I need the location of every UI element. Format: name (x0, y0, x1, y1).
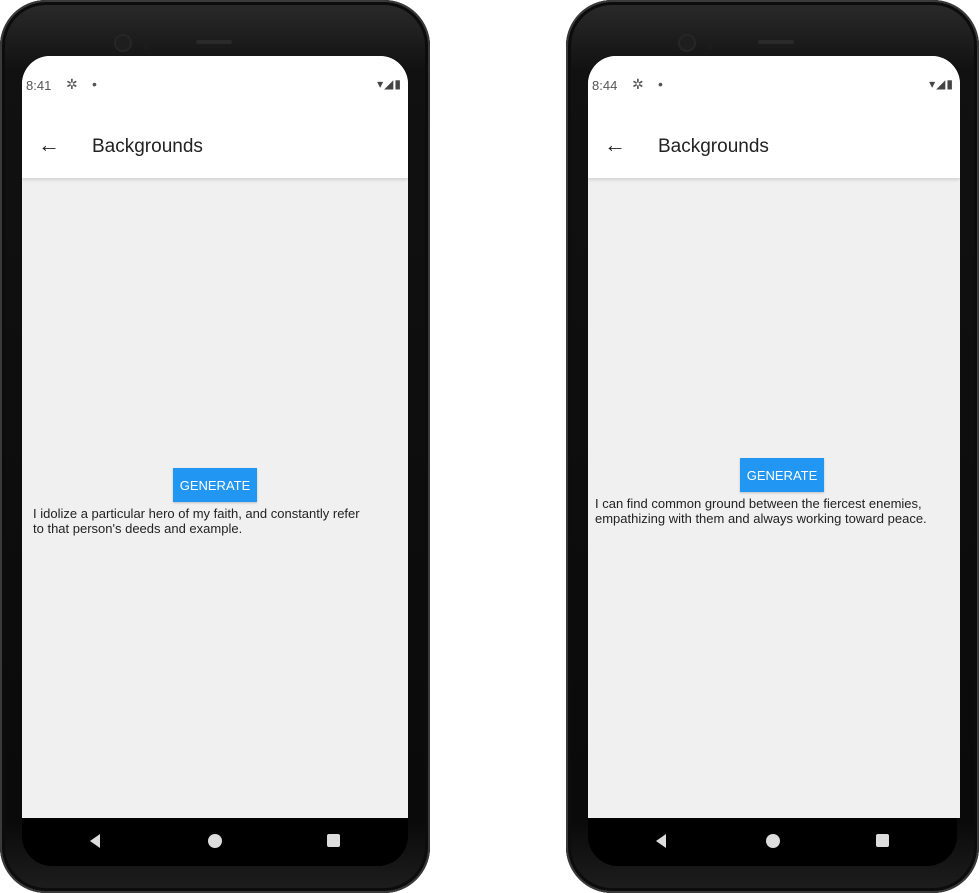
status-bar: 8:41 ✲ • ▾◢▮ (22, 56, 408, 114)
app-bar: ← Backgrounds (588, 114, 960, 178)
signal-battery-icons: ▾◢▮ (377, 77, 402, 91)
back-arrow-icon[interactable]: ← (604, 134, 626, 156)
camera-icon (116, 36, 130, 50)
speaker-grille (196, 40, 232, 44)
generated-background-text: I can find common ground between the fie… (595, 496, 927, 526)
navigation-bar (22, 818, 408, 866)
back-arrow-icon[interactable]: ← (38, 134, 60, 156)
app-bar: ← Backgrounds (22, 114, 408, 178)
generate-button[interactable]: GENERATE (173, 468, 257, 502)
phone-right: 8:44 ✲ • ▾◢▮ ← Backgrounds GENERATE I ca… (566, 0, 979, 893)
nav-recents-icon[interactable] (876, 834, 889, 847)
speaker-grille (758, 40, 794, 44)
screen: 8:41 ✲ • ▾◢▮ ← Backgrounds GENERATE I id… (22, 56, 408, 818)
page-title: Backgrounds (658, 136, 769, 157)
phone-left: 8:41 ✲ • ▾◢▮ ← Backgrounds GENERATE I id… (0, 0, 430, 893)
signal-battery-icons: ▾◢▮ (929, 77, 954, 91)
generate-button[interactable]: GENERATE (740, 458, 824, 492)
sensor-icon (144, 36, 148, 50)
status-time: 8:41 (26, 78, 52, 93)
settings-gear-icon: ✲ (66, 76, 78, 92)
nav-home-icon[interactable] (765, 834, 780, 848)
generated-background-text: I idolize a particular hero of my faith,… (33, 506, 360, 536)
nav-back-icon[interactable] (656, 834, 666, 848)
status-time: 8:44 (592, 78, 618, 93)
nav-home-icon[interactable] (208, 834, 222, 848)
notification-dot: • (658, 76, 663, 92)
camera-icon (680, 36, 694, 50)
screen: 8:44 ✲ • ▾◢▮ ← Backgrounds GENERATE I ca… (588, 56, 960, 818)
page-title: Backgrounds (92, 136, 203, 157)
sensor-icon (708, 36, 712, 50)
nav-back-icon[interactable] (90, 834, 100, 848)
status-bar: 8:44 ✲ • ▾◢▮ (588, 56, 960, 114)
settings-gear-icon: ✲ (632, 76, 644, 92)
nav-recents-icon[interactable] (327, 834, 340, 847)
content-area: GENERATE I can find common ground betwee… (588, 178, 960, 818)
notification-dot: • (92, 76, 97, 92)
content-area: GENERATE I idolize a particular hero of … (22, 178, 408, 818)
navigation-bar (588, 818, 957, 866)
